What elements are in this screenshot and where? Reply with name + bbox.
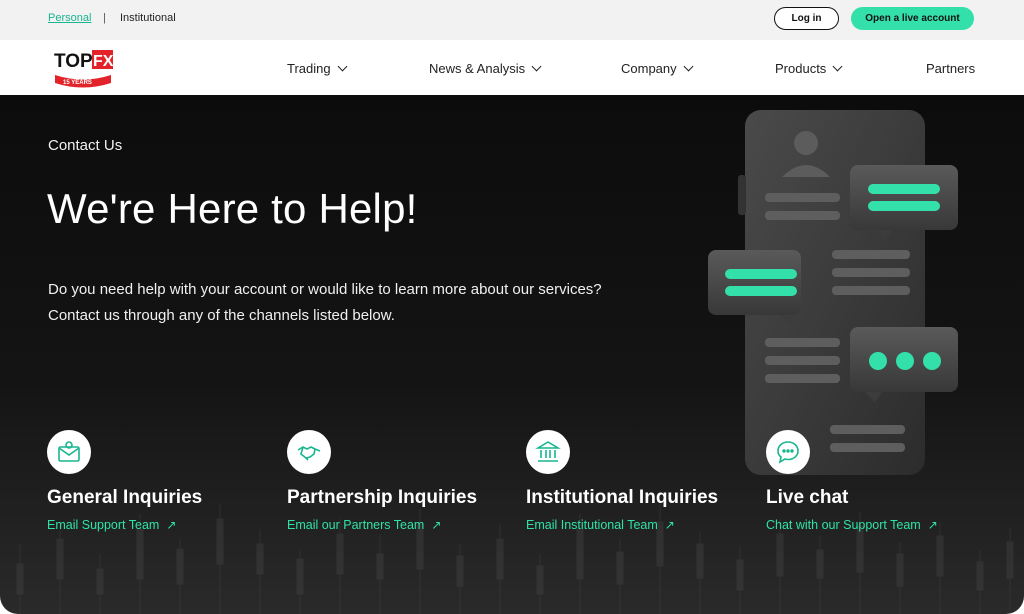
nav-trading-label: Trading bbox=[287, 61, 331, 76]
nav-products[interactable]: Products bbox=[775, 61, 843, 76]
card-link-label: Email Support Team bbox=[47, 518, 160, 532]
card-title: Live chat bbox=[766, 487, 849, 508]
nav-company-label: Company bbox=[621, 61, 677, 76]
institutional-link[interactable]: Institutional bbox=[120, 12, 176, 24]
hero-section: Contact Us We're Here to Help! Do you ne… bbox=[0, 95, 1024, 614]
email-partners-team-link[interactable]: Email our Partners Team ↗ bbox=[287, 518, 517, 532]
envelope-icon bbox=[47, 430, 91, 474]
nav-news-label: News & Analysis bbox=[429, 61, 526, 76]
chat-bubble-icon bbox=[766, 430, 810, 474]
email-support-team-link[interactable]: Email Support Team ↗ bbox=[47, 518, 277, 532]
phone-chat-illustration bbox=[708, 110, 958, 475]
page-title: We're Here to Help! bbox=[47, 185, 418, 232]
arrow-up-right-icon: ↗ bbox=[431, 518, 442, 532]
top-utility-bar: Personal | Institutional Log in Open a l… bbox=[0, 0, 1024, 40]
login-button[interactable]: Log in bbox=[774, 7, 839, 30]
chat-support-team-link[interactable]: Chat with our Support Team ↗ bbox=[766, 518, 996, 532]
main-navigation: TOP FX 15 YEARS Trading News & Analysis … bbox=[0, 40, 1024, 95]
card-title: Institutional Inquiries bbox=[526, 487, 719, 508]
arrow-up-right-icon: ↗ bbox=[927, 518, 938, 532]
card-link-label: Chat with our Support Team bbox=[766, 518, 921, 532]
handshake-icon bbox=[287, 430, 331, 474]
chevron-down-icon bbox=[683, 61, 694, 72]
card-title: General Inquiries bbox=[47, 487, 203, 508]
partnership-inquiries-card: Partnership Inquiries Email our Partners… bbox=[287, 430, 517, 532]
email-institutional-team-link[interactable]: Email Institutional Team ↗ bbox=[526, 518, 756, 532]
nav-trading[interactable]: Trading bbox=[287, 61, 348, 76]
card-link-label: Email our Partners Team bbox=[287, 518, 425, 532]
live-chat-card: Live chat Chat with our Support Team ↗ bbox=[766, 430, 996, 532]
hero-description: Do you need help with your account or wo… bbox=[48, 281, 602, 324]
open-live-account-button[interactable]: Open a live account bbox=[851, 7, 974, 30]
chevron-down-icon bbox=[337, 61, 348, 72]
nav-partners-label: Partners bbox=[926, 61, 976, 76]
bank-icon bbox=[526, 430, 570, 474]
card-title: Partnership Inquiries bbox=[287, 487, 478, 508]
card-link-label: Email Institutional Team bbox=[526, 518, 658, 532]
personal-link[interactable]: Personal bbox=[48, 12, 91, 24]
arrow-up-right-icon: ↗ bbox=[664, 518, 675, 532]
logo-badge-text: 15 YEARS bbox=[63, 80, 92, 86]
general-inquiries-card: General Inquiries Email Support Team ↗ bbox=[47, 430, 277, 532]
segment-separator: | bbox=[103, 12, 106, 24]
arrow-up-right-icon: ↗ bbox=[166, 518, 177, 532]
chevron-down-icon bbox=[832, 61, 843, 72]
nav-partners[interactable]: Partners bbox=[926, 61, 975, 76]
topfx-logo[interactable]: TOP FX 15 YEARS bbox=[52, 48, 114, 90]
contact-us-eyebrow: Contact Us bbox=[48, 137, 123, 154]
nav-company[interactable]: Company bbox=[621, 61, 694, 76]
nav-news-analysis[interactable]: News & Analysis bbox=[429, 61, 542, 76]
logo-text-top: TOP bbox=[54, 51, 93, 72]
nav-products-label: Products bbox=[775, 61, 827, 76]
institutional-inquiries-card: Institutional Inquiries Email Institutio… bbox=[526, 430, 756, 532]
chevron-down-icon bbox=[531, 61, 542, 72]
logo-text-fx: FX bbox=[93, 53, 114, 70]
